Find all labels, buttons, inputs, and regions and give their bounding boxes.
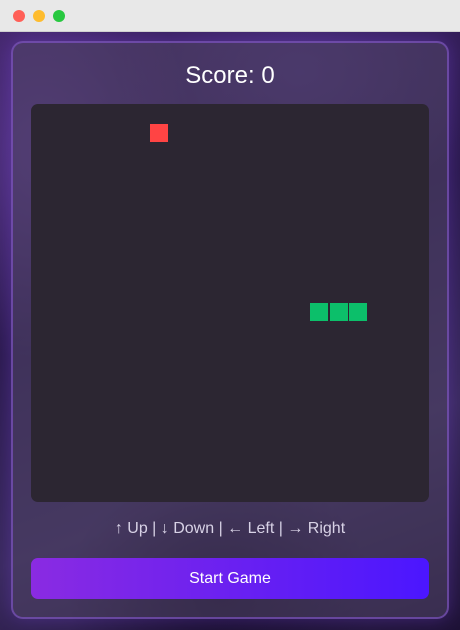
controls-hint: ↑ Up | ↓ Down | ← Left | → Right: [114, 520, 346, 537]
minimize-window-button[interactable]: [33, 10, 45, 22]
game-board: [31, 104, 429, 502]
zoom-window-button[interactable]: [53, 10, 65, 22]
close-window-button[interactable]: [13, 10, 25, 22]
score-display: Score: 0: [185, 62, 275, 89]
snake-segment: [310, 303, 328, 321]
title-bar: [0, 0, 460, 32]
app-window: Score: 0 ↑ Up | ↓ Down | ← Left | → Righ…: [0, 0, 460, 630]
start-game-button[interactable]: Start Game: [31, 558, 429, 599]
snake-segment: [330, 303, 348, 321]
food-cell: [150, 124, 168, 142]
snake-segment: [349, 303, 367, 321]
